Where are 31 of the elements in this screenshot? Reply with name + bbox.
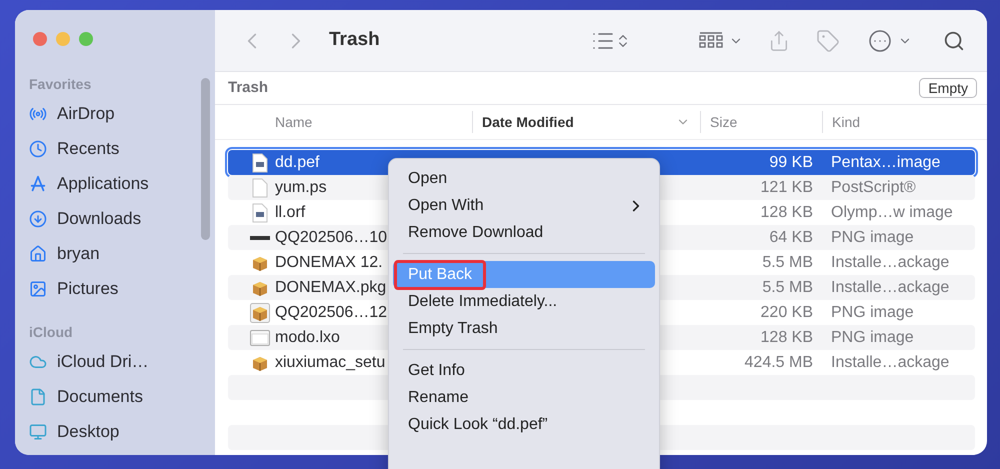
file-size: 5.5 MB — [761, 278, 813, 298]
window-title: Trash — [329, 28, 380, 52]
file-name: xiuxiumac_setu — [275, 352, 386, 372]
file-kind: Pentax…image — [830, 152, 942, 172]
file-kind: PNG image — [830, 228, 915, 248]
file-size: 64 KB — [768, 228, 813, 248]
file-kind: PostScript® — [830, 178, 917, 198]
file-size: 128 KB — [760, 328, 813, 348]
file-size: 99 KB — [768, 152, 813, 172]
file-kind: PNG image — [830, 302, 915, 322]
file-name: yum.ps — [275, 178, 327, 198]
file-name: dd.pef — [275, 152, 320, 172]
file-kind: Installe…ackage — [830, 252, 950, 272]
file-name: DONEMAX.pkg — [275, 278, 386, 298]
file-kind: Installe…ackage — [830, 278, 950, 298]
path-title: Trash — [228, 78, 268, 98]
file-kind: Olymp…w image — [830, 202, 954, 222]
file-kind: PNG image — [830, 328, 915, 348]
file-name: ll.orf — [275, 202, 306, 222]
file-name: QQ202506…12 — [275, 302, 388, 322]
file-name: modo.lxo — [275, 328, 340, 348]
file-size: 128 KB — [760, 202, 813, 222]
file-size: 424.5 MB — [744, 352, 813, 372]
file-name: QQ202506…10 — [275, 228, 388, 248]
file-size: 220 KB — [760, 302, 813, 322]
file-size: 121 KB — [760, 178, 813, 198]
file-kind: Installe…ackage — [830, 352, 950, 372]
file-size: 5.5 MB — [761, 252, 813, 272]
file-name: DONEMAX 12. — [275, 252, 383, 272]
sidebar-section-header: iCloud — [29, 323, 74, 342]
sidebar-section-header: Favorites — [29, 75, 92, 94]
